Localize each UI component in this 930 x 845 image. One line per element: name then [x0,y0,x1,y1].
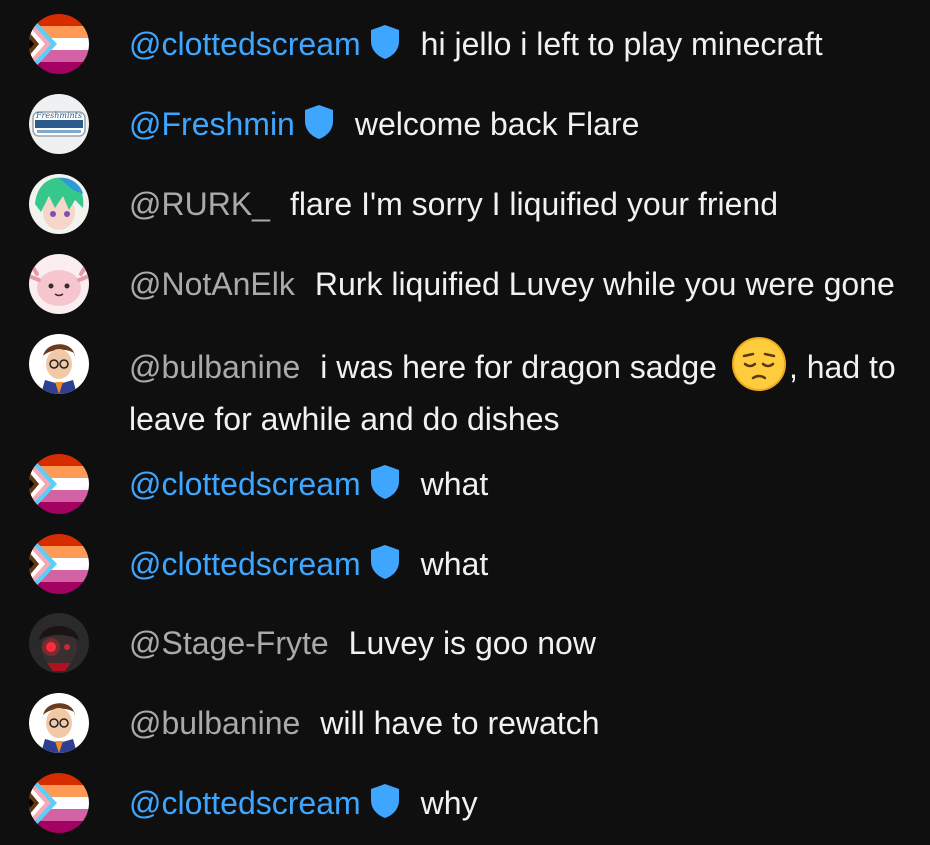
chat-message-text: Rurk liquified Luvey while you were gone [314,266,895,302]
chat-author[interactable]: @bulbanine [129,705,300,741]
progress-pride-flag-icon [29,14,89,74]
chat-author[interactable]: @bulbanine [129,349,300,385]
chat-message-text: welcome back Flare [354,106,640,142]
chat-message-text: why [420,785,478,821]
moderator-shield-icon [369,464,401,500]
chat-message-text: i was here for dragon sadge [320,349,717,385]
progress-pride-flag-icon [29,773,89,833]
red-eyed-character-icon [29,613,89,673]
chat-message-text: flare I'm sorry I liquified your friend [289,186,779,222]
chat-author[interactable]: @clottedscream [129,546,361,582]
glasses-character-icon [29,334,89,394]
progress-pride-flag-icon [29,534,89,594]
chat-author[interactable]: @NotAnElk [129,266,295,302]
avatar[interactable] [29,174,89,234]
green-haired-character-icon [29,174,89,234]
avatar[interactable] [29,693,89,753]
avatar[interactable] [29,14,89,74]
chat-author[interactable]: @clottedscream [129,26,361,62]
moderator-shield-icon [369,544,401,580]
live-chat-panel: @clottedscream hi jello i left to play mi… [0,0,930,845]
avatar[interactable] [29,773,89,833]
pensive-face-icon [731,336,787,392]
chat-message-text: Luvey is goo now [348,625,596,661]
avatar[interactable] [29,534,89,594]
chat-author[interactable]: @RURK_ [129,186,270,222]
avatar[interactable] [29,613,89,673]
chat-message-text: what [420,466,489,502]
moderator-shield-icon [303,104,335,140]
chat-author[interactable]: @Freshmin [129,106,295,142]
moderator-shield-icon [369,783,401,819]
chat-author[interactable]: @Stage-Fryte [129,625,329,661]
chat-author[interactable]: @clottedscream [129,466,361,502]
avatar[interactable] [29,254,89,314]
avatar[interactable] [29,334,89,394]
pink-axolotl-icon [29,254,89,314]
freshmints-tin-icon: Freshmints [29,94,89,154]
freshmints-label: Freshmints [35,111,82,120]
avatar[interactable]: Freshmints [29,94,89,154]
moderator-shield-icon [369,24,401,60]
avatar[interactable] [29,454,89,514]
glasses-character-icon [29,693,89,753]
chat-message-text: what [420,546,489,582]
progress-pride-flag-icon [29,454,89,514]
chat-author[interactable]: @clottedscream [129,785,361,821]
chat-message-text: hi jello i left to play minecraft [420,26,823,62]
chat-message-text: will have to rewatch [320,705,600,741]
